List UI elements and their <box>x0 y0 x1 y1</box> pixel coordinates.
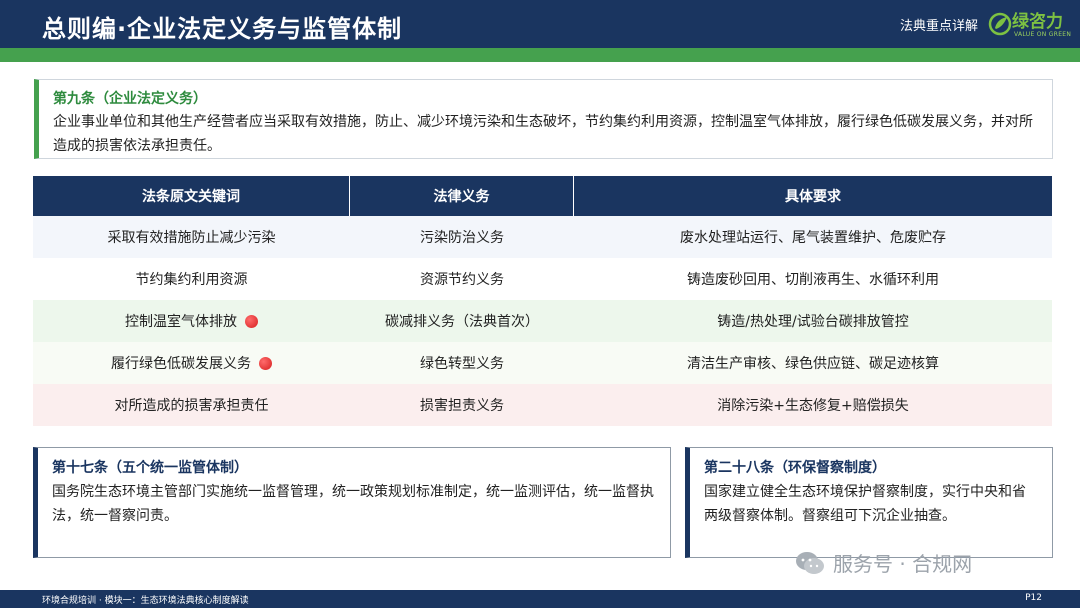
article-28-text: 国家建立健全生态环境保护督察制度，实行中央和省两级督察体制。督察组可下沉企业抽查… <box>704 484 1026 524</box>
watermark: 服务号 · 合规网 <box>795 548 972 577</box>
page-number: P12 <box>1025 593 1042 603</box>
keyword-cell: 采取有效措施防止减少污染 <box>33 216 350 258</box>
keyword-text: 采取有效措施防止减少污染 <box>107 230 276 246</box>
footer-bar: 环境合规培训 · 模块一：生态环境法典核心制度解读 P12 <box>0 590 1080 608</box>
obligations-table: 法条原文关键词 法律义务 具体要求 采取有效措施防止减少污染 污染防治义务 废水… <box>33 176 1052 426</box>
article-9-box: 第九条（企业法定义务） 企业事业单位和其他生产经营者应当采取有效措施，防止、减少… <box>34 79 1053 159</box>
logo-subtext: VALUE ON GREEN <box>1014 31 1072 38</box>
article-28-title: 第二十八条（环保督察制度） <box>704 460 886 476</box>
leaf-logo-icon <box>988 12 1012 36</box>
table-row: 采取有效措施防止减少污染 污染防治义务 废水处理站运行、尾气装置维护、危废贮存 <box>33 216 1052 258</box>
table-row: 控制温室气体排放 碳减排义务（法典首次） 铸造/热处理/试验台碳排放管控 <box>33 300 1052 342</box>
highlight-dot-icon <box>245 314 258 328</box>
watermark-text: 服务号 · 合规网 <box>833 552 973 576</box>
header-green-stripe <box>0 48 1080 62</box>
keyword-cell: 履行绿色低碳发展义务 <box>33 342 350 384</box>
highlight-dot-icon <box>259 356 272 370</box>
article-17-text: 国务院生态环境主管部门实施统一监督管理，统一政策规划标准制定，统一监测评估，统一… <box>52 484 654 524</box>
logo-text: 绿咨力 <box>1012 12 1063 32</box>
requirement-cell: 铸造/热处理/试验台碳排放管控 <box>717 314 909 330</box>
article-17-box: 第十七条（五个统一监管体制） 国务院生态环境主管部门实施统一监督管理，统一政策规… <box>33 447 671 558</box>
requirement-cell: 铸造废砂回用、切削液再生、水循环利用 <box>687 272 939 288</box>
table-row: 对所造成的损害承担责任 损害担责义务 消除污染+生态修复+赔偿损失 <box>33 384 1052 426</box>
duty-cell: 碳减排义务（法典首次） <box>385 314 539 330</box>
header-bar: 总则编·企业法定义务与监管体制 法典重点详解 绿咨力 VALUE ON GREE… <box>0 0 1080 48</box>
page-title: 总则编·企业法定义务与监管体制 <box>42 15 403 43</box>
keyword-text: 控制温室气体排放 <box>125 314 237 330</box>
table-row: 履行绿色低碳发展义务 绿色转型义务 清洁生产审核、绿色供应链、碳足迹核算 <box>33 342 1052 384</box>
table-row: 节约集约利用资源 资源节约义务 铸造废砂回用、切削液再生、水循环利用 <box>33 258 1052 300</box>
article-9-text: 企业事业单位和其他生产经营者应当采取有效措施，防止、减少环境污染和生态破坏，节约… <box>53 114 1033 154</box>
duty-cell: 资源节约义务 <box>420 272 504 288</box>
requirement-cell: 废水处理站运行、尾气装置维护、危废贮存 <box>680 230 946 246</box>
keyword-text: 节约集约利用资源 <box>135 272 248 288</box>
duty-cell: 损害担责义务 <box>420 398 504 414</box>
chat-bubbles-icon <box>796 551 824 574</box>
article-28-box: 第二十八条（环保督察制度） 国家建立健全生态环境保护督察制度，实行中央和省两级督… <box>685 447 1053 558</box>
keyword-text: 对所造成的损害承担责任 <box>114 398 269 414</box>
keyword-cell: 控制温室气体排放 <box>33 300 350 342</box>
keyword-cell: 节约集约利用资源 <box>33 258 350 300</box>
duty-cell: 绿色转型义务 <box>420 356 504 372</box>
requirement-cell: 清洁生产审核、绿色供应链、碳足迹核算 <box>687 356 939 372</box>
requirement-cell: 消除污染+生态修复+赔偿损失 <box>717 398 909 414</box>
header-tag: 法典重点详解 <box>899 19 978 34</box>
duty-cell: 污染防治义务 <box>420 230 504 246</box>
column-header-requirement: 具体要求 <box>785 189 841 205</box>
footer-course-label: 环境合规培训 · 模块一：生态环境法典核心制度解读 <box>42 596 249 606</box>
keyword-cell: 对所造成的损害承担责任 <box>33 384 350 426</box>
table-header-row: 法条原文关键词 法律义务 具体要求 <box>33 176 1052 216</box>
brand-logo: 绿咨力 VALUE ON GREEN <box>988 7 1072 43</box>
column-header-keyword: 法条原文关键词 <box>33 176 350 216</box>
article-17-title: 第十七条（五个统一监管体制） <box>52 460 248 476</box>
article-9-title: 第九条（企业法定义务） <box>53 91 207 107</box>
keyword-text: 履行绿色低碳发展义务 <box>111 356 251 372</box>
column-header-duty: 法律义务 <box>350 176 574 216</box>
